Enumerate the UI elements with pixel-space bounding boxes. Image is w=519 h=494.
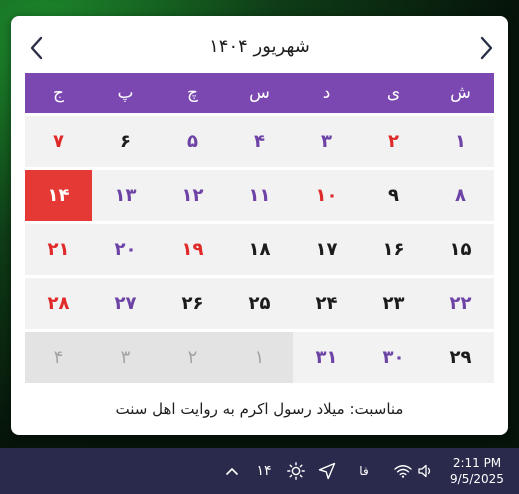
day-cell[interactable]: ۲۹ bbox=[427, 332, 494, 383]
clock-time: 2:11 PM bbox=[452, 456, 502, 470]
weekday-header: س bbox=[226, 73, 293, 113]
day-cell-next-month[interactable]: ۲ bbox=[159, 332, 226, 383]
day-cell[interactable]: ۹ bbox=[360, 170, 427, 221]
day-cell[interactable]: ۲ bbox=[360, 116, 427, 167]
day-cell[interactable]: ۱۰ bbox=[293, 170, 360, 221]
day-cell-next-month[interactable]: ۱ bbox=[226, 332, 293, 383]
day-cell[interactable]: ۲۳ bbox=[360, 278, 427, 329]
location-button[interactable] bbox=[316, 448, 338, 494]
day-cell[interactable]: ۲۶ bbox=[159, 278, 226, 329]
brightness-button[interactable] bbox=[285, 448, 307, 494]
network-button[interactable] bbox=[393, 448, 413, 494]
sun-icon bbox=[287, 462, 305, 480]
day-cell-today[interactable]: ۱۴ bbox=[25, 170, 92, 221]
taskbar-clock[interactable]: 2:11 PM 9/5/2025 bbox=[441, 455, 513, 487]
day-cell[interactable]: ۳ bbox=[293, 116, 360, 167]
calendar-popup: شهریور ۱۴۰۴ ش ی د س چ پ ج ۱ ۲ ۳ ۴ ۵ ۶ ۷ ۸ ۹ ۱۰ ۱۱ ۱۲ ۱۳ ۱۴ ۱۵… bbox=[11, 16, 508, 435]
day-cell-next-month[interactable]: ۳ bbox=[92, 332, 159, 383]
day-cell[interactable]: ۳۱ bbox=[293, 332, 360, 383]
day-cell[interactable]: ۱۶ bbox=[360, 224, 427, 275]
wifi-icon bbox=[394, 465, 412, 478]
day-cell-next-month[interactable]: ۴ bbox=[25, 332, 92, 383]
volume-button[interactable] bbox=[416, 448, 436, 494]
show-hidden-icons-button[interactable] bbox=[223, 448, 241, 494]
day-cell[interactable]: ۱۱ bbox=[226, 170, 293, 221]
day-cell[interactable]: ۱۳ bbox=[92, 170, 159, 221]
day-cell[interactable]: ۵ bbox=[159, 116, 226, 167]
day-cell[interactable]: ۲۱ bbox=[25, 224, 92, 275]
next-month-button[interactable] bbox=[474, 36, 498, 60]
month-title[interactable]: شهریور ۱۴۰۴ bbox=[11, 36, 508, 57]
day-cell[interactable]: ۲۸ bbox=[25, 278, 92, 329]
day-cell[interactable]: ۳۰ bbox=[360, 332, 427, 383]
speaker-icon bbox=[418, 464, 431, 478]
weekday-header: چ bbox=[159, 73, 226, 113]
occasion-text: مناسبت: میلاد رسول اکرم به روایت اهل سنت bbox=[115, 400, 404, 418]
clock-date: 9/5/2025 bbox=[450, 472, 504, 486]
chevron-right-icon bbox=[480, 36, 493, 60]
weekday-header: ی bbox=[360, 73, 427, 113]
day-cell[interactable]: ۲۰ bbox=[92, 224, 159, 275]
weekday-header: ش bbox=[427, 73, 494, 113]
input-language-indicator[interactable]: فا bbox=[352, 448, 376, 494]
calendar-grid: ش ی د س چ پ ج ۱ ۲ ۳ ۴ ۵ ۶ ۷ ۸ ۹ ۱۰ ۱۱ ۱۲ ۱۳ ۱۴ ۱۵ ۱۶ ۱۷ ۱۸ ۱۹ ۲۰ ۲۱… bbox=[25, 73, 494, 383]
day-cell[interactable]: ۴ bbox=[226, 116, 293, 167]
navigation-arrow-icon bbox=[318, 462, 336, 480]
day-cell[interactable]: ۶ bbox=[92, 116, 159, 167]
day-cell[interactable]: ۲۲ bbox=[427, 278, 494, 329]
day-cell[interactable]: ۲۵ bbox=[226, 278, 293, 329]
weekday-header: د bbox=[293, 73, 360, 113]
tray-calendar-day[interactable]: ۱۴ bbox=[251, 448, 277, 494]
weekday-header: ج bbox=[25, 73, 92, 113]
day-cell[interactable]: ۱۸ bbox=[226, 224, 293, 275]
day-cell[interactable]: ۱۷ bbox=[293, 224, 360, 275]
day-cell[interactable]: ۱۵ bbox=[427, 224, 494, 275]
day-cell[interactable]: ۱۹ bbox=[159, 224, 226, 275]
day-cell[interactable]: ۲۷ bbox=[92, 278, 159, 329]
day-cell[interactable]: ۱۲ bbox=[159, 170, 226, 221]
chevron-up-icon bbox=[226, 468, 238, 475]
weekday-header: پ bbox=[92, 73, 159, 113]
day-cell[interactable]: ۷ bbox=[25, 116, 92, 167]
day-cell[interactable]: ۸ bbox=[427, 170, 494, 221]
day-cell[interactable]: ۱ bbox=[427, 116, 494, 167]
taskbar: ۱۴ فا 2:11 PM 9/5/2025 bbox=[0, 448, 519, 494]
day-cell[interactable]: ۲۴ bbox=[293, 278, 360, 329]
